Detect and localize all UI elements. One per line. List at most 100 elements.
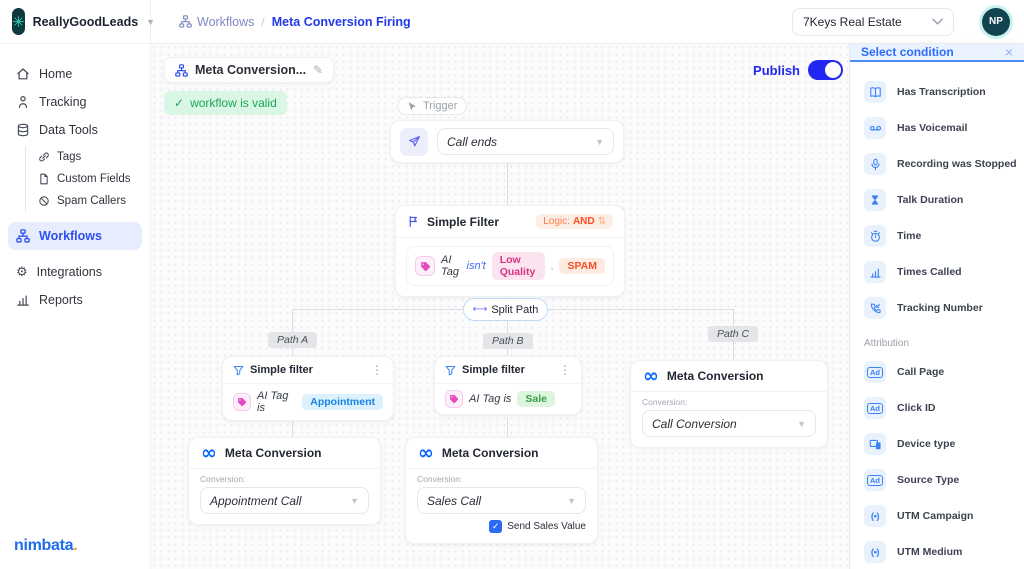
- condition-item-source-type[interactable]: Ad Source Type: [864, 462, 1024, 498]
- filter-condition-row[interactable]: AI Tag is Appointment: [223, 384, 393, 420]
- sidebar-item-workflows[interactable]: Workflows: [8, 222, 142, 250]
- link-icon: [39, 152, 49, 162]
- filter-condition-row[interactable]: AI Tag isn't Low Quality , SPAM: [406, 246, 614, 286]
- sidebar-item-tags[interactable]: Tags: [32, 146, 142, 168]
- condition-value-badge[interactable]: Sale: [517, 391, 556, 407]
- node-title: Simple Filter: [427, 214, 500, 229]
- condition-operator: isn't: [466, 260, 486, 272]
- condition-item-label: Has Transcription: [897, 86, 986, 98]
- connector-line: [507, 418, 508, 437]
- hourglass-icon: [864, 189, 886, 211]
- condition-item-tracking-number[interactable]: Tracking Number: [864, 290, 1024, 326]
- condition-item-has-voicemail[interactable]: Has Voicemail: [864, 110, 1024, 146]
- logic-badge[interactable]: Logic: AND ⇅: [536, 214, 613, 229]
- condition-item-device-type[interactable]: Device type: [864, 426, 1024, 462]
- node-title: Meta Conversion: [441, 446, 539, 460]
- path-a-filter-node[interactable]: Simple filter ⋮ AI Tag is Appointment: [222, 356, 394, 421]
- sidebar-item-label: Workflows: [39, 229, 102, 243]
- select-condition-panel: Select condition × Has Transcription Has…: [849, 44, 1024, 569]
- condition-item-call-page[interactable]: Ad Call Page: [864, 354, 1024, 390]
- path-c-meta-conversion-node[interactable]: ∞ Meta Conversion Conversion: Call Conve…: [630, 360, 828, 448]
- breadcrumb-section[interactable]: Workflows: [179, 15, 254, 29]
- sidebar-item-reports[interactable]: Reports: [8, 286, 142, 314]
- path-a-meta-conversion-node[interactable]: ∞ Meta Conversion Conversion: Appointmen…: [188, 437, 381, 525]
- condition-item-label: Recording was Stopped: [897, 158, 1017, 170]
- nimbata-logo: nimbata.: [14, 537, 78, 554]
- condition-item-time[interactable]: Time: [864, 218, 1024, 254]
- sidebar: Home Tracking Data Tools Tags Custom Fie…: [0, 44, 151, 569]
- trigger-event-value: Call ends: [447, 134, 498, 149]
- sidebar-item-data-tools[interactable]: Data Tools: [8, 116, 142, 144]
- filter-condition-row[interactable]: AI Tag is Sale: [435, 384, 581, 414]
- send-icon: [400, 127, 428, 156]
- path-a-label: Path A: [268, 332, 318, 348]
- condition-item-label: Tracking Number: [897, 302, 983, 314]
- sidebar-item-custom-fields[interactable]: Custom Fields: [32, 168, 142, 190]
- kebab-menu-icon[interactable]: ⋮: [371, 363, 383, 377]
- check-icon: ✓: [174, 96, 185, 110]
- checkbox-checked[interactable]: ✓: [489, 520, 503, 533]
- condition-item-has-transcription[interactable]: Has Transcription: [864, 74, 1024, 110]
- path-b-meta-conversion-node[interactable]: ∞ Meta Conversion Conversion: Sales Call…: [405, 437, 598, 544]
- voicemail-icon: [864, 117, 886, 139]
- conversion-select[interactable]: Appointment Call ▼: [200, 487, 369, 514]
- meta-logo-icon: ∞: [643, 365, 659, 387]
- trigger-node[interactable]: Call ends ▼: [390, 120, 624, 163]
- publish-toggle[interactable]: [808, 60, 843, 80]
- chevron-down-icon: ▼: [567, 495, 576, 506]
- meta-logo-icon: ∞: [201, 442, 217, 464]
- condition-item-label: Call Page: [897, 366, 945, 378]
- home-icon: [17, 68, 29, 80]
- condition-value-badge[interactable]: SPAM: [559, 258, 605, 274]
- workflow-title-card[interactable]: Meta Conversion... ✎: [164, 57, 335, 83]
- split-path-node[interactable]: ←→ Split Path: [463, 298, 548, 321]
- trigger-event-select[interactable]: Call ends ▼: [437, 128, 614, 155]
- path-c-label: Path C: [708, 326, 759, 342]
- condition-item-utm-medium[interactable]: (•) UTM Medium: [864, 534, 1024, 569]
- cursor-icon: [408, 101, 417, 110]
- edit-icon[interactable]: ✎: [313, 63, 323, 77]
- condition-item-talk-duration[interactable]: Talk Duration: [864, 182, 1024, 218]
- sidebar-item-label: Home: [39, 67, 73, 81]
- device-icon: [864, 433, 886, 455]
- condition-item-times-called[interactable]: Times Called: [864, 254, 1024, 290]
- condition-text: AI Tag is: [469, 393, 512, 405]
- condition-value-badge[interactable]: Appointment: [302, 394, 383, 410]
- trigger-pill: Trigger: [397, 97, 468, 115]
- workspace-selector[interactable]: 7Keys Real Estate: [792, 7, 954, 36]
- divider: [396, 237, 624, 238]
- conversion-select[interactable]: Call Conversion ▼: [642, 410, 816, 437]
- path-b-filter-node[interactable]: Simple filter ⋮ AI Tag is Sale: [434, 356, 582, 415]
- sidebar-item-spam-callers[interactable]: Spam Callers: [32, 190, 142, 212]
- chevron-down-icon: [932, 18, 943, 25]
- conversion-value: Sales Call: [427, 493, 482, 508]
- sidebar-item-integrations[interactable]: ⚙ Integrations: [8, 258, 142, 286]
- tag-icon: [233, 393, 251, 411]
- node-title: Simple filter: [462, 364, 525, 376]
- condition-item-recording-stopped[interactable]: Recording was Stopped: [864, 146, 1024, 182]
- condition-item-click-id[interactable]: Ad Click ID: [864, 390, 1024, 426]
- connector-line: [292, 309, 463, 310]
- ad-icon: Ad: [864, 397, 886, 419]
- condition-item-utm-campaign[interactable]: (•) UTM Campaign: [864, 498, 1024, 534]
- sidebar-item-label: Custom Fields: [57, 173, 131, 185]
- publish-control: Publish: [753, 60, 843, 80]
- path-b-label: Path B: [483, 333, 533, 349]
- close-icon[interactable]: ×: [1005, 44, 1013, 60]
- condition-value-badge[interactable]: Low Quality: [491, 252, 545, 280]
- kebab-menu-icon[interactable]: ⋮: [559, 363, 571, 377]
- sidebar-item-tracking[interactable]: Tracking: [8, 88, 142, 116]
- database-icon: [17, 123, 29, 137]
- conversion-select[interactable]: Sales Call ▼: [417, 487, 586, 514]
- workflow-status-text: workflow is valid: [190, 96, 277, 110]
- brand-area[interactable]: ✳ ReallyGoodLeads ▼: [0, 0, 155, 43]
- conversion-value: Call Conversion: [652, 416, 737, 431]
- document-icon: [40, 173, 48, 185]
- sidebar-item-home[interactable]: Home: [8, 60, 142, 88]
- avatar[interactable]: NP: [982, 7, 1010, 36]
- workflow-canvas[interactable]: Meta Conversion... ✎ ✓ workflow is valid…: [151, 44, 849, 569]
- simple-filter-node[interactable]: Simple Filter Logic: AND ⇅ AI Tag isn't …: [395, 205, 625, 297]
- conversion-field-label: Conversion:: [642, 397, 688, 407]
- breadcrumb-separator: /: [261, 14, 265, 29]
- condition-item-label: Source Type: [897, 474, 960, 486]
